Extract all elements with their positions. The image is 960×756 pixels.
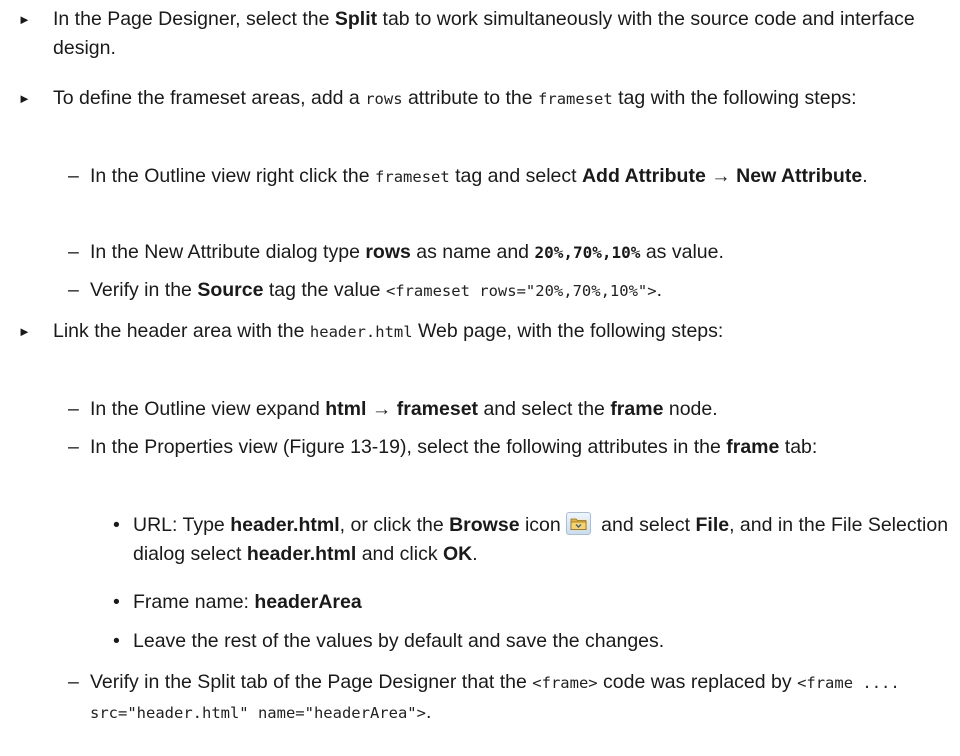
step-1-text-part: In the Page Designer, select the [53,8,335,30]
triangle-bullet-icon: ► [18,324,31,339]
text-part: as value. [640,241,724,263]
code-frameset: frameset [538,90,613,108]
document-page: ► In the Page Designer, select the Split… [0,0,960,756]
text-part: , or click the [339,514,450,536]
header-area-label: headerArea [254,591,362,613]
text-part: Verify in the [90,279,198,301]
step-2-text-part: tag with the following steps: [612,87,857,109]
dash-marker: – [68,165,79,187]
dot-marker: • [113,514,120,536]
step-2-text-part: attribute to the [402,87,539,109]
dash-marker: – [68,241,79,263]
text-part: icon [519,514,561,536]
dash-marker: – [68,436,79,458]
html-node-label: html [325,398,367,420]
text-part: and click [356,543,443,565]
browse-label: Browse [449,514,520,536]
frameset-node-label: frameset [396,398,479,420]
text-part: Verify in the Split tab of the Page Desi… [90,671,533,693]
code-frameset: frameset [375,168,450,186]
dash-marker: – [68,671,79,693]
text-part: tab: [779,436,818,458]
arrow-icon: → [705,165,737,187]
code-rows: rows [365,90,403,108]
code-frameset-rows: <frameset rows="20%,70%,10%"> [385,282,657,300]
text-part: In the Properties view (Figure 13-19), s… [90,436,727,458]
rows-value-code: 20%,70%,10% [534,243,641,262]
text-part: code was replaced by [597,671,798,693]
leave-defaults-bullet-text: Leave the rest of the values by default … [133,627,953,656]
text-part: In the New Attribute dialog type [90,241,366,263]
frame-name-bullet-text: Frame name: headerArea [133,588,953,617]
frame-node-label: frame [610,398,664,420]
ok-label: OK [442,543,473,565]
text-part: . [862,165,868,187]
step-3-text: Link the header area with the header.htm… [53,317,933,347]
step-2-substep-3-text: Verify in the Source tag the value <fram… [90,276,955,306]
text-part: as name and [410,241,535,263]
text-part: . [656,279,662,301]
text-part: In the Outline view right click the [90,165,376,187]
text-part: . [425,701,432,723]
rows-name-label: rows [365,241,411,263]
text-part: and select [595,514,696,536]
dot-marker: • [113,630,120,652]
new-attribute-menu-label: New Attribute [736,165,863,187]
dash-marker: – [68,398,79,420]
step-1-text: In the Page Designer, select the Split t… [53,5,933,63]
step-2-substep-1-text: In the Outline view right click the fram… [90,162,955,192]
step-2-substep-2-text: In the New Attribute dialog type rows as… [90,238,955,267]
folder-icon [565,512,591,535]
text-part: In the Outline view expand [90,398,326,420]
file-label: File [695,514,730,536]
triangle-bullet-icon: ► [18,12,31,27]
code-header-html: header.html [309,323,413,341]
split-tab-label: Split [334,8,378,30]
text-part: Leave the rest of the values by default … [133,630,665,652]
step-3-substep-2-text: In the Properties view (Figure 13-19), s… [90,433,955,462]
header-html-label: header.html [230,514,340,536]
triangle-bullet-icon: ► [18,91,31,106]
dot-marker: • [113,591,120,613]
source-tab-label: Source [197,279,264,301]
text-part: Frame name: [133,591,255,613]
url-bullet-text: URL: Type header.html, or click the Brow… [133,511,953,569]
text-part: tag the value [263,279,386,301]
text-part: tag and select [449,165,582,187]
step-2-text-part: To define the frameset areas, add a [53,87,366,109]
text-part: URL: Type [133,514,231,536]
header-html-label: header.html [246,543,357,565]
arrow-icon: → [366,398,397,420]
step-3-substep-3-text: Verify in the Split tab of the Page Desi… [90,668,955,728]
text-part: and select the [478,398,611,420]
step-3-substep-1-text: In the Outline view expand html → frames… [90,395,955,424]
step-3-text-part: Web page, with the following steps: [412,320,724,342]
text-part: . [472,543,478,565]
add-attribute-menu-label: Add Attribute [581,165,706,187]
step-2-text: To define the frameset areas, add a rows… [53,84,933,114]
dash-marker: – [68,279,79,301]
code-frame: <frame> [532,674,598,692]
frame-tab-label: frame [726,436,780,458]
step-3-text-part: Link the header area with the [53,320,310,342]
text-part: node. [663,398,718,420]
